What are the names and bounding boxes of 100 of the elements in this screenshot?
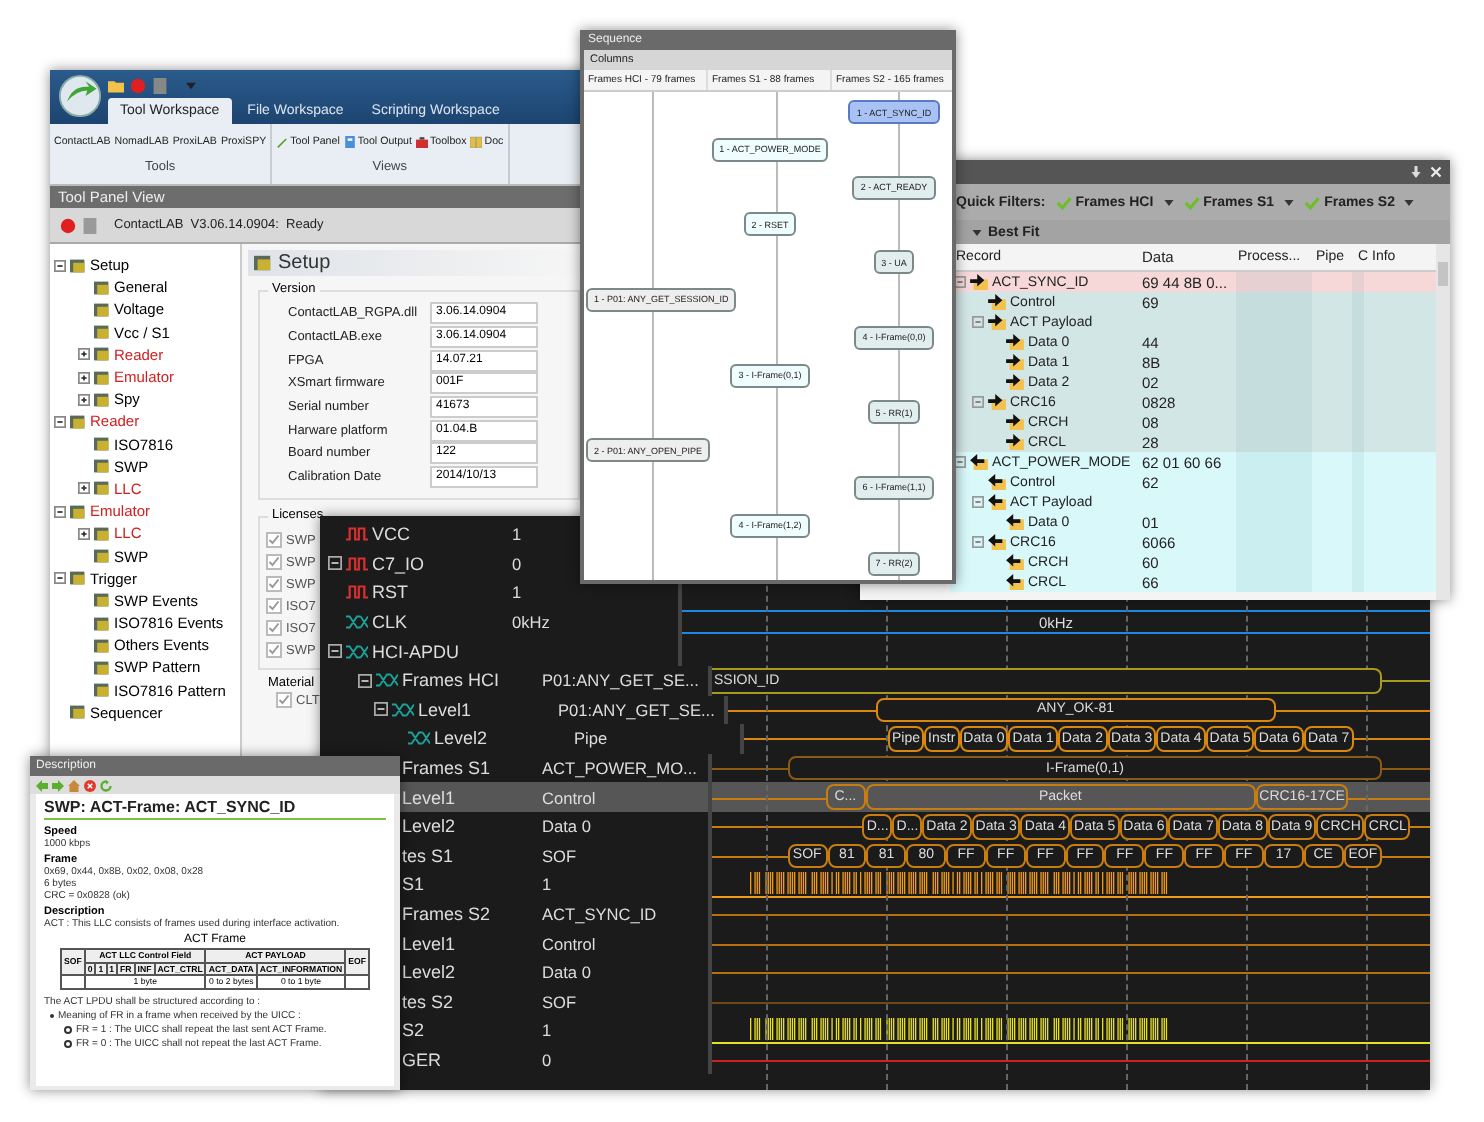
tree-node-icon	[70, 413, 86, 430]
right-arrow-icon	[1006, 374, 1024, 390]
tree-node-icon	[94, 301, 110, 318]
collapse-icon[interactable]	[54, 572, 66, 585]
right-arrow-icon	[1006, 414, 1024, 430]
expand-icon[interactable]	[78, 371, 90, 384]
tree-node-icon	[94, 458, 110, 475]
signal-value: 1	[542, 874, 552, 895]
signal-name[interactable]: Level1	[418, 699, 472, 720]
left-arrow-icon	[1006, 554, 1024, 570]
signal-value: Control	[542, 787, 596, 808]
collapse-icon[interactable]	[54, 505, 66, 518]
tree-node-icon	[94, 279, 110, 296]
signal-value: SOF	[542, 991, 577, 1012]
collapse-icon[interactable]	[54, 415, 66, 428]
signal-name[interactable]: tes S2	[402, 991, 454, 1012]
home-icon[interactable]	[68, 779, 80, 791]
stop-icon[interactable]	[152, 77, 168, 93]
tree-node-icon	[70, 503, 86, 520]
expand-icon[interactable]	[78, 482, 90, 495]
signal-name[interactable]: Frames S1	[402, 758, 491, 779]
tree-node-icon	[94, 548, 110, 565]
right-arrow-icon	[988, 294, 1006, 310]
toolbox-icon	[415, 136, 428, 148]
bus-icon	[408, 730, 430, 747]
right-arrow-icon	[1006, 334, 1024, 350]
stop-icon[interactable]	[84, 779, 96, 791]
collapse-icon[interactable]	[374, 702, 388, 717]
signal-name[interactable]: VCC	[372, 524, 411, 545]
expand-icon[interactable]	[78, 348, 90, 361]
pin-icon[interactable]	[1410, 166, 1422, 178]
tree-node-icon	[94, 637, 110, 654]
signal-name[interactable]: S1	[402, 874, 425, 895]
caret-icon	[1404, 199, 1415, 205]
bus-icon	[392, 701, 414, 718]
signal-name[interactable]: tes S1	[402, 845, 454, 866]
pencil-icon	[276, 136, 289, 148]
collapse-icon[interactable]	[328, 644, 342, 659]
tree-node-icon	[94, 592, 110, 609]
collapse-icon[interactable]	[954, 276, 966, 288]
signal-name[interactable]: CLK	[372, 612, 408, 633]
scrollbar[interactable]	[1436, 244, 1450, 600]
signal-value: SOF	[542, 845, 577, 866]
signal-name[interactable]: RST	[372, 582, 408, 603]
pulse-icon	[346, 526, 368, 543]
signal-name[interactable]: C7_IO	[372, 553, 425, 574]
caret-icon[interactable]	[186, 81, 196, 89]
signal-name[interactable]: Frames HCI	[402, 670, 500, 691]
expand-icon[interactable]	[78, 393, 90, 406]
close-icon[interactable]	[1430, 166, 1442, 178]
checkbox[interactable]	[266, 620, 282, 636]
signal-name[interactable]: HCI-APDU	[372, 641, 460, 662]
stop-icon[interactable]	[82, 217, 98, 233]
signal-value: 1	[542, 1020, 552, 1041]
right-arrow-icon	[1006, 434, 1024, 450]
left-arrow-icon	[1006, 574, 1024, 590]
collapse-icon[interactable]	[54, 259, 66, 272]
collapse-icon[interactable]	[328, 556, 342, 571]
right-arrow-icon	[988, 314, 1006, 330]
signal-value: Data 0	[542, 816, 591, 837]
left-arrow-icon	[988, 494, 1006, 510]
back-icon[interactable]	[36, 779, 48, 791]
caret-icon[interactable]	[972, 229, 982, 235]
checkbox[interactable]	[266, 576, 282, 592]
checkbox[interactable]	[266, 532, 282, 548]
refresh-icon[interactable]	[100, 779, 112, 791]
tree-node-icon	[94, 346, 110, 363]
signal-value: 1	[512, 524, 522, 545]
signal-name[interactable]: Level2	[402, 816, 456, 837]
checkbox[interactable]	[266, 642, 282, 658]
pulse-icon	[346, 555, 368, 572]
caret-icon	[1284, 199, 1295, 205]
tree-node-icon	[94, 659, 110, 676]
signal-name[interactable]: Level1	[402, 787, 456, 808]
tree-node-icon	[70, 257, 86, 274]
right-arrow-icon	[988, 394, 1006, 410]
bullet-icon	[64, 1025, 72, 1033]
app-logo-icon[interactable]	[58, 74, 102, 118]
right-arrow-icon	[970, 274, 988, 290]
folder-icon[interactable]	[108, 77, 124, 93]
forward-icon[interactable]	[52, 779, 64, 791]
collapse-icon[interactable]	[954, 456, 966, 468]
signal-name[interactable]: Level2	[402, 962, 456, 983]
checkbox[interactable]	[276, 692, 292, 708]
signal-name[interactable]: Level2	[434, 728, 488, 749]
checkbox[interactable]	[266, 554, 282, 570]
expand-icon[interactable]	[78, 527, 90, 540]
signal-value: 0	[542, 1049, 552, 1070]
signal-value: P01:ANY_GET_SE...	[558, 699, 715, 720]
tree-node-icon	[94, 525, 110, 542]
signal-name[interactable]: Level1	[402, 933, 456, 954]
signal-name[interactable]: Frames S2	[402, 904, 491, 925]
checkbox[interactable]	[266, 598, 282, 614]
check-icon	[1055, 195, 1072, 209]
record-icon[interactable]	[60, 217, 76, 233]
tree-node-icon	[70, 704, 86, 721]
signal-name[interactable]: GER	[402, 1049, 442, 1070]
signal-value: Data 0	[542, 962, 591, 983]
signal-name[interactable]: S2	[402, 1020, 425, 1041]
collapse-icon[interactable]	[358, 673, 372, 688]
